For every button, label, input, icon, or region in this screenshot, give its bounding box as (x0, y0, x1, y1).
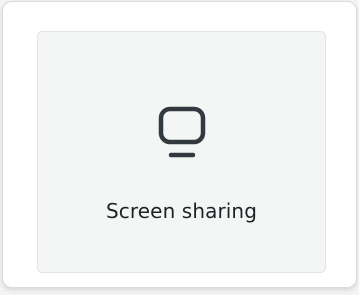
tile-label: Screen sharing (105, 199, 258, 223)
monitor-icon (157, 103, 207, 163)
option-card: Screen sharing (2, 1, 357, 288)
screen-sharing-tile[interactable]: Screen sharing (37, 31, 326, 273)
